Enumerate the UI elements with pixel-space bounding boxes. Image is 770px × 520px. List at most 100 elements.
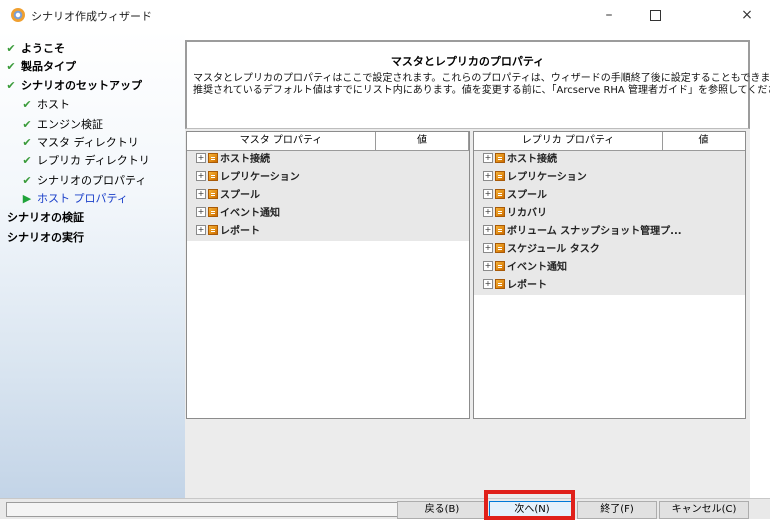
window-title: シナリオ作成ウィザード	[31, 10, 152, 23]
wizard-step: ✔ ようこそ	[4, 40, 65, 58]
wizard-step: ✔ マスタ ディレクトリ	[20, 134, 139, 152]
property-group-label: ボリューム スナップショット管理プ...	[507, 226, 682, 237]
wizard-step-label: シナリオの検証	[7, 211, 84, 224]
property-group-icon	[208, 171, 218, 181]
cancel-button[interactable]: キャンセル(C)	[659, 501, 749, 519]
property-group-label: ホスト接続	[507, 154, 557, 165]
property-group-icon	[208, 153, 218, 163]
wizard-step-label: ホスト プロパティ	[37, 192, 128, 205]
property-group-label: リカバリ	[507, 208, 547, 219]
expand-icon[interactable]: +	[483, 225, 493, 235]
property-group-icon	[495, 207, 505, 217]
property-group-row[interactable]: + イベント通知	[474, 259, 745, 277]
wizard-step: シナリオの実行	[4, 229, 84, 247]
wizard-step-label: シナリオのプロパティ	[37, 174, 147, 187]
wizard-step-label: エンジン検証	[37, 118, 103, 131]
property-group-row[interactable]: + レプリケーション	[187, 169, 469, 187]
expand-icon[interactable]: +	[196, 207, 206, 217]
expand-icon[interactable]: +	[483, 171, 493, 181]
master-properties-grid[interactable]: マスタ プロパティ 値 + ホスト接続 + レプリケーション + スプール + イベント通知 +…	[186, 131, 470, 419]
wizard-step-label: レプリカ ディレクトリ	[37, 154, 150, 167]
replica-properties-grid[interactable]: レプリカ プロパティ 値 + ホスト接続 + レプリケーション + スプール + リカバリ + ボ…	[473, 131, 746, 419]
property-group-row[interactable]: + スプール	[474, 187, 745, 205]
content-pane: マスタとレプリカのプロパティ マスタとレプリカのプロパティはここで設定されます。…	[185, 40, 770, 498]
maximize-icon	[649, 9, 661, 21]
master-grid-body: + ホスト接続 + レプリケーション + スプール + イベント通知 + レポート	[187, 151, 469, 241]
expand-icon[interactable]: +	[196, 189, 206, 199]
property-group-icon	[495, 153, 505, 163]
replica-grid-header: レプリカ プロパティ 値	[474, 132, 745, 151]
wizard-step: ✔ レプリカ ディレクトリ	[20, 152, 150, 170]
expand-icon[interactable]: +	[196, 171, 206, 181]
property-group-row[interactable]: + ホスト接続	[474, 151, 745, 169]
master-value-column-header[interactable]: 値	[376, 132, 469, 150]
property-group-row[interactable]: + スプール	[187, 187, 469, 205]
property-group-row[interactable]: + ボリューム スナップショット管理プ...	[474, 223, 745, 241]
wizard-step-label: 製品タイプ	[21, 60, 76, 73]
maximize-button[interactable]	[632, 0, 678, 30]
check-icon: ✔	[22, 154, 32, 167]
current-step-arrow-icon: ▶	[22, 192, 32, 205]
master-grid-header: マスタ プロパティ 値	[187, 132, 469, 151]
property-group-icon	[495, 225, 505, 235]
wizard-step: ✔ シナリオのプロパティ	[20, 172, 146, 190]
expand-icon[interactable]: +	[483, 207, 493, 217]
expand-icon[interactable]: +	[483, 153, 493, 163]
replica-grid-body: + ホスト接続 + レプリケーション + スプール + リカバリ + ボリューム スナップショット…	[474, 151, 745, 295]
property-group-row[interactable]: + レプリケーション	[474, 169, 745, 187]
check-icon: ✔	[22, 174, 32, 187]
check-icon: ✔	[6, 60, 16, 73]
replica-value-column-header[interactable]: 値	[663, 132, 744, 150]
property-group-label: イベント通知	[507, 262, 567, 273]
property-group-row[interactable]: + スケジュール タスク	[474, 241, 745, 259]
page-description: マスタとレプリカのプロパティはここで設定されます。これらのプロパティは、ウィザー…	[193, 73, 770, 97]
property-group-row[interactable]: + イベント通知	[187, 205, 469, 223]
wizard-step: ✔ シナリオのセットアップ	[4, 77, 142, 95]
minimize-button[interactable]: –	[586, 0, 632, 30]
wizard-step: ✔ エンジン検証	[20, 116, 103, 134]
expand-icon[interactable]: +	[196, 225, 206, 235]
wizard-step: ✔ ホスト	[20, 96, 70, 114]
property-group-row[interactable]: + リカバリ	[474, 205, 745, 223]
property-group-label: レプリケーション	[507, 172, 587, 183]
property-group-label: スケジュール タスク	[507, 244, 600, 255]
wizard-step: シナリオの検証	[4, 209, 84, 227]
status-field	[6, 502, 400, 517]
property-group-icon	[208, 207, 218, 217]
property-group-icon	[495, 243, 505, 253]
property-group-label: ホスト接続	[220, 154, 270, 165]
master-property-column-header[interactable]: マスタ プロパティ	[187, 132, 376, 150]
wizard-step-label: マスタ ディレクトリ	[37, 136, 139, 149]
app-icon	[11, 8, 25, 22]
button-bar: 戻る(B) 次へ(N) 終了(F) キャンセル(C)	[0, 498, 770, 519]
property-group-icon	[495, 279, 505, 289]
wizard-step-label: ようこそ	[21, 42, 65, 55]
property-group-icon	[495, 261, 505, 271]
expand-icon[interactable]: +	[483, 261, 493, 271]
property-group-label: スプール	[507, 190, 547, 201]
expand-icon[interactable]: +	[483, 279, 493, 289]
expand-icon[interactable]: +	[483, 189, 493, 199]
check-icon: ✔	[22, 118, 32, 131]
check-icon: ✔	[6, 79, 16, 92]
property-group-label: レポート	[220, 226, 260, 237]
back-button[interactable]: 戻る(B)	[397, 501, 487, 519]
replica-property-column-header[interactable]: レプリカ プロパティ	[474, 132, 663, 150]
property-group-label: イベント通知	[220, 208, 280, 219]
wizard-step-label: ホスト	[37, 98, 70, 111]
finish-button[interactable]: 終了(F)	[577, 501, 657, 519]
property-group-icon	[495, 171, 505, 181]
description-line-1: マスタとレプリカのプロパティはここで設定されます。これらのプロパティは、ウィザー…	[193, 73, 770, 84]
property-group-icon	[208, 189, 218, 199]
expand-icon[interactable]: +	[483, 243, 493, 253]
expand-icon[interactable]: +	[196, 153, 206, 163]
property-group-row[interactable]: + ホスト接続	[187, 151, 469, 169]
property-group-row[interactable]: + レポート	[187, 223, 469, 241]
wizard-step-label: シナリオの実行	[7, 231, 84, 244]
wizard-step: ▶ ホスト プロパティ	[20, 190, 128, 208]
close-button[interactable]: ×	[724, 0, 770, 30]
description-line-2: 推奨されているデフォルト値はすでにリスト内にあります。値を変更する前に、「Arc…	[193, 85, 770, 96]
property-group-label: スプール	[220, 190, 260, 201]
property-group-row[interactable]: + レポート	[474, 277, 745, 295]
check-icon: ✔	[22, 98, 32, 111]
